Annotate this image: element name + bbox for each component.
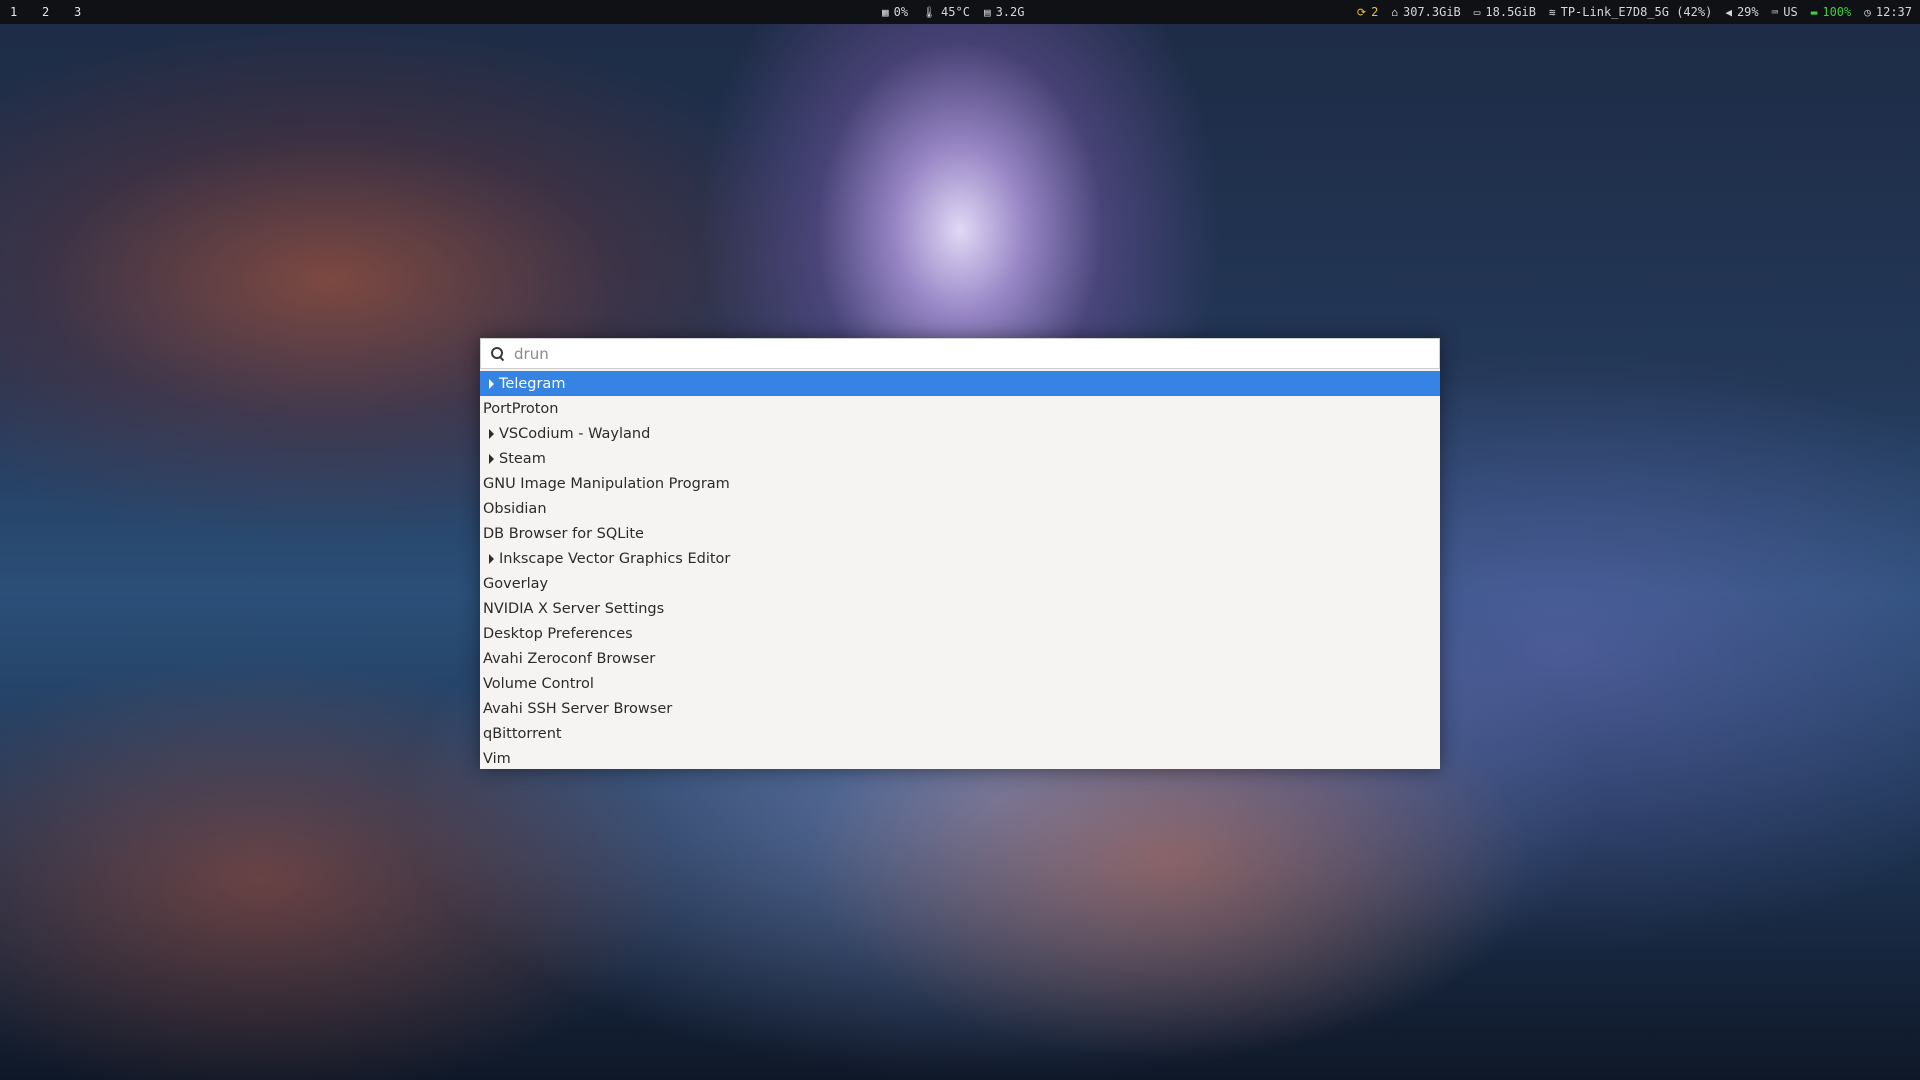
list-item-label: Obsidian	[483, 500, 547, 517]
disk-widget[interactable]: ▭ 18.5GiB	[1474, 5, 1536, 19]
expand-arrow-icon[interactable]	[489, 428, 494, 439]
list-item[interactable]: Desktop Preferences	[480, 621, 1440, 646]
home-disk-widget[interactable]: ⌂ 307.3GiB	[1391, 5, 1460, 19]
list-item[interactable]: qBittorrent	[480, 721, 1440, 746]
list-item-label: PortProton	[483, 400, 559, 417]
updates-count: 2	[1371, 5, 1379, 19]
memory-widget[interactable]: ▤ 3.2G	[984, 5, 1025, 19]
list-item[interactable]: DB Browser for SQLite	[480, 521, 1440, 546]
list-item-label: GNU Image Manipulation Program	[483, 475, 730, 492]
memory-icon: ▤	[983, 5, 991, 19]
list-item-label: DB Browser for SQLite	[483, 525, 644, 542]
list-item-label: Volume Control	[483, 675, 594, 692]
search-input[interactable]	[514, 344, 1394, 363]
speaker-icon: ◀	[1725, 5, 1732, 19]
system-stats: ▦ 0% 🌡 45°C ▤ 3.2G	[882, 0, 1024, 24]
expand-arrow-icon[interactable]	[489, 453, 494, 464]
volume-widget[interactable]: ◀ 29%	[1725, 5, 1758, 19]
list-item[interactable]: VSCodium - Wayland	[480, 421, 1440, 446]
list-item-label: NVIDIA X Server Settings	[483, 600, 665, 617]
list-item-label: Desktop Preferences	[483, 625, 633, 642]
search-bar	[480, 338, 1440, 369]
workspace-2-button[interactable]: 2	[42, 5, 74, 19]
disk-value: 18.5GiB	[1485, 5, 1536, 19]
battery-widget[interactable]: ▬ 100%	[1811, 5, 1852, 19]
keyboard-icon: ⌨	[1771, 5, 1779, 19]
list-item[interactable]: Steam	[480, 446, 1440, 471]
workspace-switcher: 1 2 3	[0, 5, 106, 19]
updates-widget[interactable]: ⟳ 2	[1357, 5, 1378, 19]
temperature-widget[interactable]: 🌡 45°C	[922, 5, 970, 19]
search-icon	[490, 346, 506, 362]
volume-value: 29%	[1736, 5, 1759, 19]
list-item[interactable]: Obsidian	[480, 496, 1440, 521]
clock-widget[interactable]: ◷ 12:37	[1864, 5, 1912, 19]
list-item[interactable]: Avahi Zeroconf Browser	[480, 646, 1440, 671]
list-item-label: Avahi SSH Server Browser	[483, 700, 673, 717]
workspace-1-button[interactable]: 1	[10, 5, 42, 19]
clock-icon: ◷	[1864, 5, 1871, 19]
clock-value: 12:37	[1875, 5, 1912, 19]
keyboard-layout-widget[interactable]: ⌨ US	[1772, 5, 1798, 19]
cpu-icon: ▦	[882, 5, 889, 19]
disk-icon: ▭	[1473, 5, 1481, 19]
list-item-label: qBittorrent	[483, 725, 562, 742]
list-item-label: Telegram	[499, 375, 566, 392]
list-item[interactable]: Vim	[480, 746, 1440, 771]
wifi-value: TP-Link_E7D8_5G (42%)	[1560, 5, 1713, 19]
list-item-label: Goverlay	[483, 575, 549, 592]
battery-value: 100%	[1822, 5, 1852, 19]
app-launcher: Telegram PortProton VSCodium - Wayland Stea…	[480, 338, 1440, 769]
list-item[interactable]: Inkscape Vector Graphics Editor	[480, 546, 1440, 571]
cpu-value: 0%	[893, 5, 909, 19]
list-item-label: Steam	[499, 450, 546, 467]
home-icon: ⌂	[1391, 5, 1398, 19]
home-disk-value: 307.3GiB	[1402, 5, 1461, 19]
list-item-label: Vim	[483, 750, 511, 767]
wifi-widget[interactable]: ≋ TP-Link_E7D8_5G (42%)	[1549, 5, 1712, 19]
keyboard-layout-value: US	[1783, 5, 1798, 19]
thermometer-icon: 🌡	[922, 5, 937, 19]
list-item-label: Avahi Zeroconf Browser	[483, 650, 656, 667]
memory-value: 3.2G	[995, 5, 1025, 19]
workspace-3-button[interactable]: 3	[74, 5, 106, 19]
list-item[interactable]: Volume Control	[480, 671, 1440, 696]
list-item[interactable]: PortProton	[480, 396, 1440, 421]
expand-arrow-icon[interactable]	[489, 378, 494, 389]
list-item[interactable]: GNU Image Manipulation Program	[480, 471, 1440, 496]
battery-icon: ▬	[1810, 5, 1818, 19]
list-item-label: Inkscape Vector Graphics Editor	[499, 550, 731, 567]
expand-arrow-icon[interactable]	[489, 553, 494, 564]
list-item[interactable]: Telegram	[480, 371, 1440, 396]
list-item[interactable]: Goverlay	[480, 571, 1440, 596]
list-item[interactable]: Avahi SSH Server Browser	[480, 696, 1440, 721]
top-bar: 1 2 3 ▦ 0% 🌡 45°C ▤ 3.2G ⟳ 2 ⌂ 307.3GiB …	[0, 0, 1920, 24]
cpu-widget[interactable]: ▦ 0%	[882, 5, 908, 19]
list-item-label: VSCodium - Wayland	[499, 425, 651, 442]
sync-icon: ⟳	[1356, 5, 1367, 19]
status-area: ⟳ 2 ⌂ 307.3GiB ▭ 18.5GiB ≋ TP-Link_E7D8_…	[1357, 0, 1912, 24]
results-list: Telegram PortProton VSCodium - Wayland Stea…	[480, 371, 1440, 771]
temperature-value: 45°C	[941, 5, 970, 19]
list-item[interactable]: NVIDIA X Server Settings	[480, 596, 1440, 621]
wifi-icon: ≋	[1548, 5, 1556, 19]
